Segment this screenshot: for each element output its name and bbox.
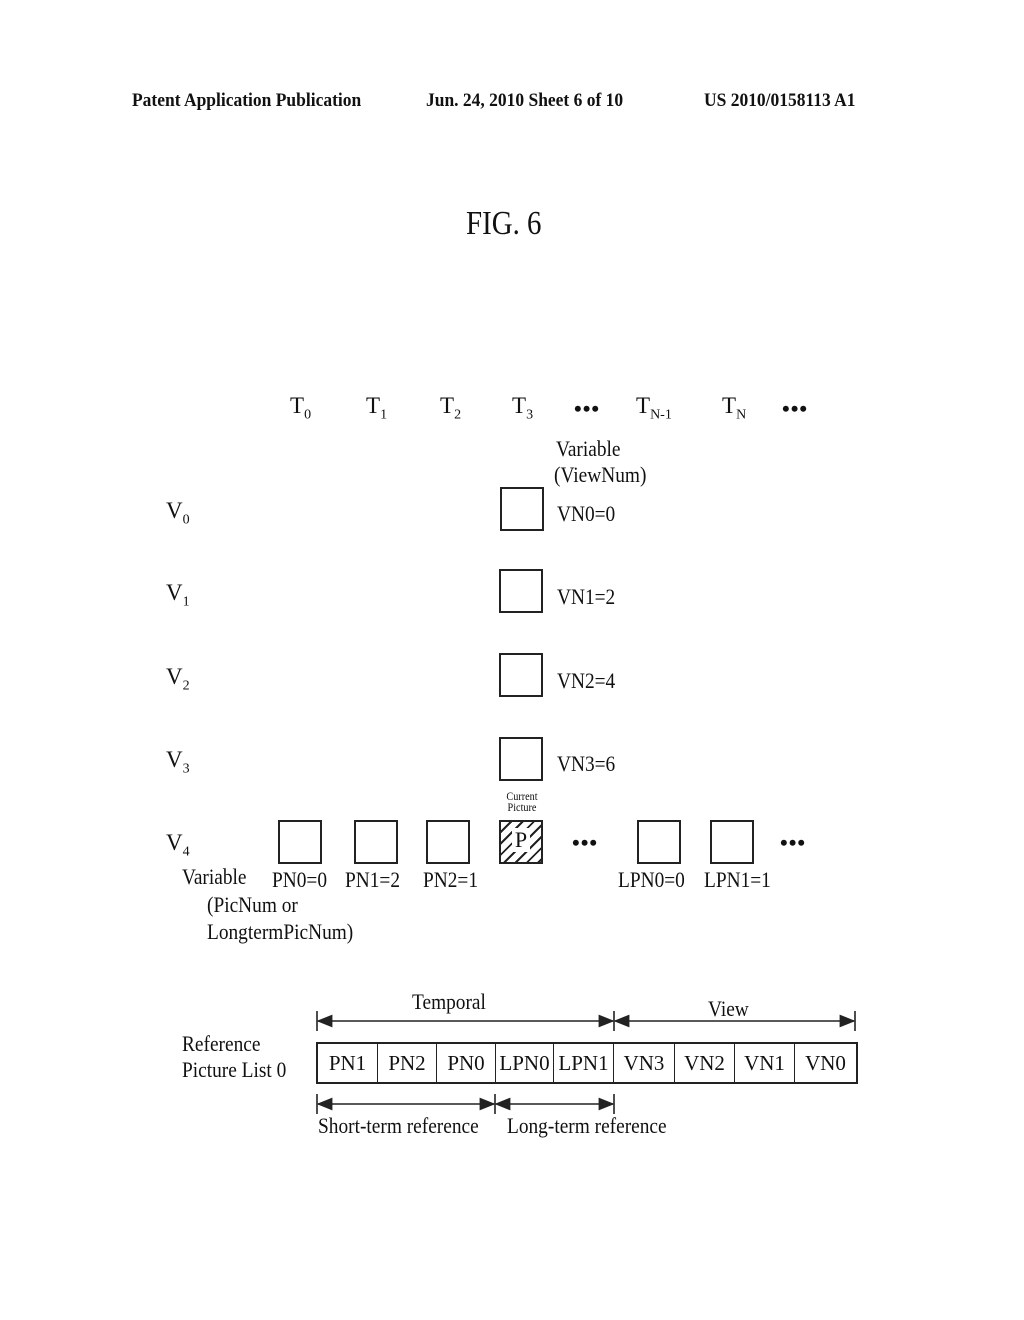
- short-term-label: Short-term reference: [318, 1113, 479, 1138]
- long-term-label: Long-term reference: [507, 1113, 667, 1138]
